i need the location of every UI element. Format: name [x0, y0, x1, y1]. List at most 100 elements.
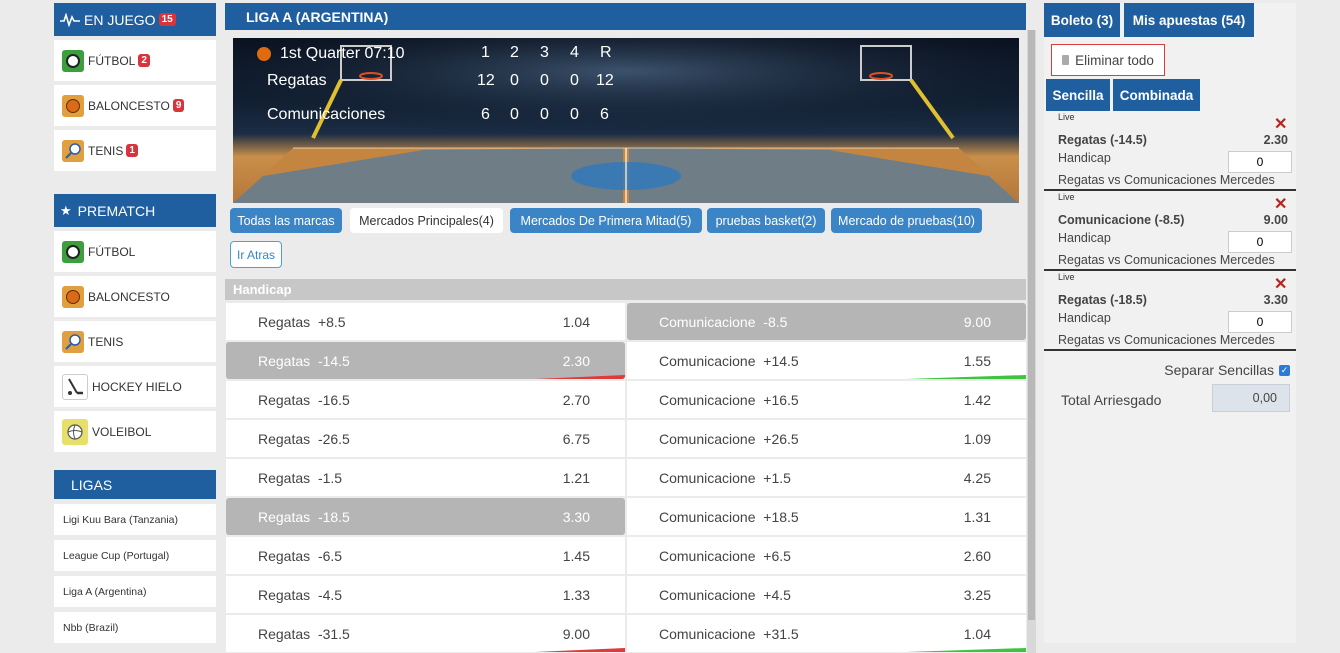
bet-selection: Regatas (-18.5)	[1058, 293, 1147, 307]
live-sport-item[interactable]: TENIS 1	[54, 130, 216, 171]
stake-input[interactable]	[1228, 151, 1292, 173]
live-header[interactable]: EN JUEGO 15	[54, 3, 216, 36]
odds-line: +14.5	[763, 352, 799, 369]
odds-value: 1.04	[562, 313, 590, 330]
odds-selection-label: Regatas -1.5	[258, 470, 342, 486]
odds-button[interactable]: Comunicacione +18.5 1.31	[627, 498, 1026, 535]
bet-event: Regatas vs Comunicaciones Mercedes	[1058, 253, 1275, 267]
back-button[interactable]: Ir Atras	[230, 241, 282, 268]
stake-input[interactable]	[1228, 311, 1292, 333]
tab-mis-apuestas[interactable]: Mis apuestas (54)	[1124, 3, 1254, 37]
odds-line: -6.5	[317, 547, 343, 564]
odds-button[interactable]: Regatas -31.5 9.00	[226, 615, 625, 652]
odds-button[interactable]: Comunicacione +26.5 1.09	[627, 420, 1026, 457]
basketball-icon	[257, 47, 271, 61]
sport-label: BALONCESTO	[88, 98, 170, 113]
market-tab[interactable]: Mercados Principales(4)	[350, 208, 503, 233]
odds-button[interactable]: Regatas -16.5 2.70	[226, 381, 625, 418]
odds-line: +31.5	[763, 625, 799, 642]
basketball-icon	[62, 94, 84, 117]
team-score: 0	[510, 106, 519, 123]
prematch-sport-item[interactable]: BALONCESTO	[54, 276, 216, 317]
trend-up-indicator	[906, 375, 1026, 379]
league-link[interactable]: Liga A (Argentina)	[54, 576, 216, 607]
scrollbar[interactable]	[1027, 30, 1036, 653]
scrollbar-thumb[interactable]	[1028, 30, 1035, 620]
scoreboard-period-row: 1st Quarter 07:10	[257, 45, 405, 63]
team-score: 0	[510, 72, 519, 89]
total-value: 0,00	[1212, 384, 1290, 412]
odds-button[interactable]: Regatas +8.5 1.04	[226, 303, 625, 340]
stake-input[interactable]	[1228, 231, 1292, 253]
odds-button[interactable]: Regatas -4.5 1.33	[226, 576, 625, 613]
bet-selection: Regatas (-14.5)	[1058, 133, 1147, 147]
odds-button[interactable]: Comunicacione +16.5 1.42	[627, 381, 1026, 418]
odds-button[interactable]: Regatas -1.5 1.21	[226, 459, 625, 496]
odds-team: Comunicacione	[659, 547, 756, 564]
odds-team: Regatas	[258, 508, 311, 525]
odds-button[interactable]: Comunicacione -8.5 9.00	[627, 303, 1026, 340]
prematch-sport-item[interactable]: TENIS	[54, 321, 216, 362]
bet-odds: 2.30	[1263, 133, 1288, 147]
hockey-stick-icon	[62, 373, 88, 400]
prematch-sport-item[interactable]: FÚTBOL	[54, 231, 216, 272]
odds-line: -18.5	[317, 508, 350, 525]
remove-bet-icon[interactable]: ✕	[1274, 114, 1287, 134]
market-tab[interactable]: Todas las marcas	[230, 208, 342, 233]
separate-singles-checkbox[interactable]: ✓	[1279, 364, 1290, 376]
market-tab[interactable]: Mercado de pruebas(10)	[831, 208, 982, 233]
period-column-header: 4	[570, 44, 579, 61]
tennis-racket-icon	[62, 139, 84, 162]
left-sidebar: EN JUEGO 15 FÚTBOL 2 BALONCESTO 9 TENIS 1 ★ P…	[54, 3, 216, 643]
team-score: 12	[477, 72, 495, 89]
odds-button[interactable]: Regatas -18.5 3.30	[226, 498, 625, 535]
team-name: Comunicaciones	[267, 106, 386, 123]
market-title: Handicap	[225, 279, 1026, 300]
prematch-sport-item[interactable]: VOLEIBOL	[54, 411, 216, 452]
bet-slip-item: Live ✕ Regatas (-18.5) 3.30 Handicap Regatas …	[1044, 271, 1296, 351]
live-sport-item[interactable]: FÚTBOL 2	[54, 40, 216, 81]
sport-count-badge: 9	[172, 99, 185, 112]
odds-button[interactable]: Comunicacione +14.5 1.55	[627, 342, 1026, 379]
odds-button[interactable]: Regatas -14.5 2.30	[226, 342, 625, 379]
ligas-header[interactable]: LIGAS	[54, 470, 216, 499]
market-tab[interactable]: pruebas basket(2)	[707, 208, 825, 233]
tab-combinada[interactable]: Combinada	[1113, 79, 1200, 111]
odds-button[interactable]: Comunicacione +1.5 4.25	[627, 459, 1026, 496]
odds-value: 2.30	[562, 352, 590, 369]
odds-button[interactable]: Comunicacione +6.5 2.60	[627, 537, 1026, 574]
odds-button[interactable]: Comunicacione +4.5 3.25	[627, 576, 1026, 613]
odds-button[interactable]: Regatas -6.5 1.45	[226, 537, 625, 574]
market-tab[interactable]: Mercados De Primera Mitad(5)	[510, 208, 702, 233]
league-link[interactable]: League Cup (Portugal)	[54, 540, 216, 571]
team-score: 0	[540, 106, 549, 123]
basketball-icon	[62, 285, 84, 308]
odds-value: 4.25	[963, 469, 991, 486]
odds-team: Comunicacione	[659, 625, 756, 642]
tab-boleto[interactable]: Boleto (3)	[1044, 3, 1120, 37]
prematch-header[interactable]: ★ PREMATCH	[54, 194, 216, 227]
odds-selection-label: Comunicacione +26.5	[659, 431, 799, 447]
bet-odds: 3.30	[1263, 293, 1288, 307]
remove-bet-icon[interactable]: ✕	[1274, 194, 1287, 214]
remove-bet-icon[interactable]: ✕	[1274, 274, 1287, 294]
odds-value: 1.09	[963, 430, 991, 447]
soccer-ball-icon	[62, 49, 84, 72]
separate-singles[interactable]: Separar Sencillas ✓	[1164, 362, 1290, 378]
odds-line: -4.5	[317, 586, 343, 603]
delete-all-button[interactable]: Eliminar todo	[1051, 44, 1165, 76]
live-sport-item[interactable]: BALONCESTO 9	[54, 85, 216, 126]
odds-button[interactable]: Comunicacione +31.5 1.04	[627, 615, 1026, 652]
odds-value: 9.00	[562, 625, 590, 642]
odds-line: +6.5	[763, 547, 791, 564]
league-link[interactable]: Nbb (Brazil)	[54, 612, 216, 643]
tennis-racket-icon	[62, 330, 84, 353]
odds-button[interactable]: Regatas -26.5 6.75	[226, 420, 625, 457]
odds-selection-label: Comunicacione +1.5	[659, 470, 791, 486]
odds-line: +1.5	[763, 469, 791, 486]
league-link[interactable]: Ligi Kuu Bara (Tanzania)	[54, 504, 216, 535]
tab-sencilla[interactable]: Sencilla	[1046, 79, 1110, 111]
odds-team: Comunicacione	[659, 391, 756, 408]
odds-team: Regatas	[258, 625, 311, 642]
prematch-sport-item[interactable]: HOCKEY HIELO	[54, 366, 216, 407]
